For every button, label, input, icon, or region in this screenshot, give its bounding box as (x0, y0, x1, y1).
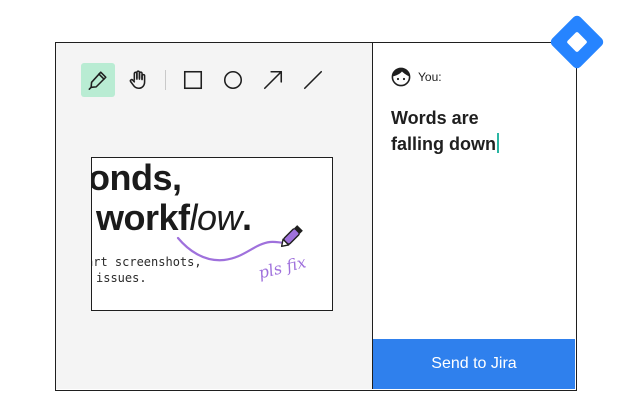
rectangle-tool[interactable] (176, 63, 210, 97)
document-body-line-1: art screenshots, (91, 255, 202, 269)
rectangle-icon (183, 70, 203, 90)
app-window: onds, workflow. art screenshots, issues.… (55, 42, 577, 391)
toolbar-divider (165, 70, 166, 90)
screenshot-preview[interactable]: onds, workflow. art screenshots, issues.… (91, 157, 333, 311)
circle-icon (223, 70, 243, 90)
annotation-pen-icon (280, 225, 303, 248)
arrow-icon (263, 70, 283, 90)
comment-text-line-2: falling down (391, 131, 561, 157)
comment-text-line-2-content: falling down (391, 134, 496, 154)
pen-tool[interactable] (81, 63, 115, 97)
ellipse-tool[interactable] (216, 63, 250, 97)
hand-tool[interactable] (121, 63, 155, 97)
jira-logo-icon (550, 15, 604, 69)
document-heading-line-1: onds, (91, 157, 182, 198)
pen-icon (88, 71, 107, 90)
avatar-face-icon (391, 67, 411, 87)
document-heading-line-2: workflow. (96, 198, 252, 238)
heading-text-italic: low (189, 197, 243, 238)
send-to-jira-button[interactable]: Send to Jira (373, 339, 575, 389)
annotation-note: pls fix (256, 252, 308, 283)
arrow-tool[interactable] (256, 63, 290, 97)
comment-author: You: (391, 67, 442, 87)
heading-text-suffix: . (242, 197, 252, 238)
comment-pane: You: Words are falling down Send to Jira (373, 43, 575, 389)
author-name: You: (418, 70, 442, 84)
drawing-toolbar (81, 63, 336, 97)
canvas-pane: onds, workflow. art screenshots, issues.… (56, 43, 373, 389)
document-body-line-2: issues. (96, 271, 147, 285)
avatar (391, 67, 411, 87)
comment-text-line-1: Words are (391, 108, 479, 128)
hand-icon (129, 70, 146, 90)
heading-text-prefix: workf (96, 197, 190, 238)
line-icon (303, 70, 323, 90)
text-caret (497, 133, 499, 153)
comment-text-field[interactable]: Words are falling down (391, 105, 561, 157)
line-tool[interactable] (296, 63, 330, 97)
